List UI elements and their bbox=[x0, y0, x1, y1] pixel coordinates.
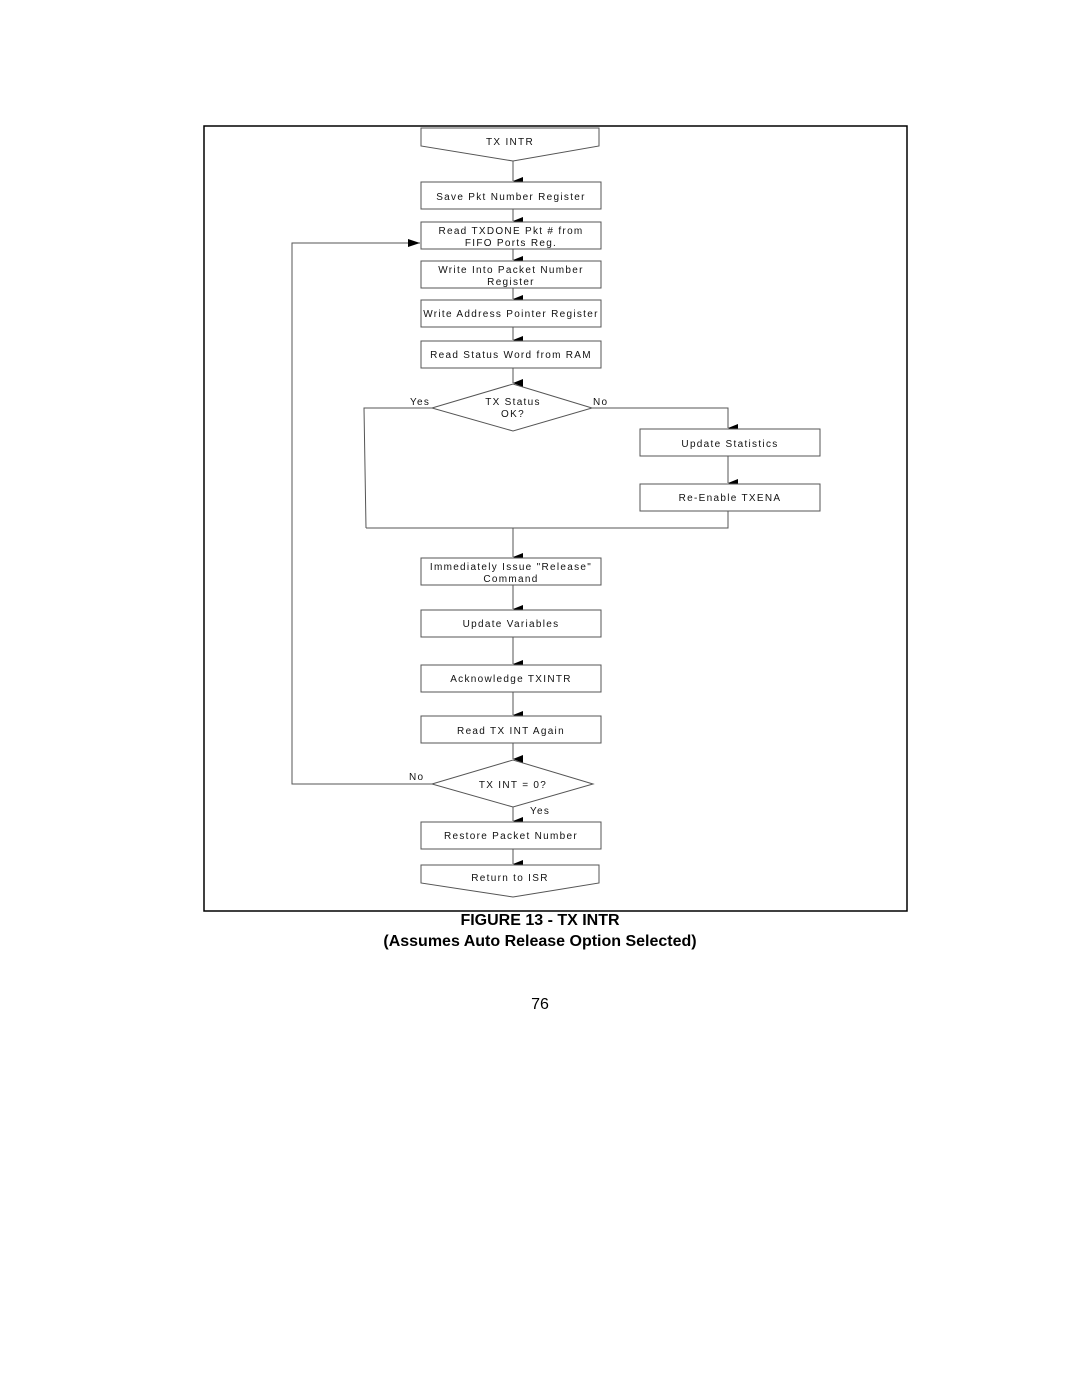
step-read-txdone: Read TXDONE Pkt # from FIFO Ports Reg. bbox=[420, 221, 602, 250]
step-update-stats: Update Statistics bbox=[639, 428, 821, 457]
step-read-status: Read Status Word from RAM bbox=[420, 340, 602, 369]
decision-label: TX INT = 0? bbox=[479, 780, 547, 791]
step-issue-release: Immediately Issue "Release" Command bbox=[420, 557, 602, 586]
flowchart-diagram: TX INTR Save Pkt Number Register Read TX… bbox=[203, 125, 908, 912]
step-label: Register bbox=[487, 277, 535, 288]
figure-subtitle: (Assumes Auto Release Option Selected) bbox=[383, 933, 697, 950]
step-label: Read TX INT Again bbox=[457, 726, 565, 737]
start-terminator: TX INTR bbox=[420, 127, 600, 162]
step-label: Re-Enable TXENA bbox=[679, 493, 782, 504]
decision-label: TX Status bbox=[485, 397, 541, 408]
connector-no bbox=[592, 407, 738, 432]
step-label: Acknowledge TXINTR bbox=[450, 674, 572, 685]
decision-label: OK? bbox=[501, 409, 525, 420]
page-number: 76 bbox=[531, 996, 549, 1013]
no-label: No bbox=[409, 772, 424, 783]
end-terminator: Return to ISR bbox=[420, 864, 600, 898]
step-write-pkt-num: Write Into Packet Number Register bbox=[420, 260, 602, 289]
step-ack-txintr: Acknowledge TXINTR bbox=[420, 664, 602, 693]
connector-loop bbox=[291, 239, 432, 785]
connector-merge bbox=[366, 511, 729, 529]
step-update-vars: Update Variables bbox=[420, 609, 602, 638]
no-label: No bbox=[593, 397, 608, 408]
step-label: Write Address Pointer Register bbox=[423, 309, 599, 320]
start-label: TX INTR bbox=[486, 137, 534, 148]
step-reenable-txena: Re-Enable TXENA bbox=[639, 483, 821, 512]
step-read-txint: Read TX INT Again bbox=[420, 715, 602, 744]
figure-title: FIGURE 13 - TX INTR bbox=[460, 912, 620, 929]
step-save-pkt: Save Pkt Number Register bbox=[420, 181, 602, 210]
step-label: Read Status Word from RAM bbox=[430, 350, 592, 361]
decision-tx-status: TX Status OK? bbox=[430, 383, 594, 432]
step-label: Command bbox=[483, 574, 538, 585]
step-label: Read TXDONE Pkt # from bbox=[438, 226, 583, 237]
step-write-addr: Write Address Pointer Register bbox=[420, 299, 602, 328]
step-label: Update Variables bbox=[463, 619, 560, 630]
step-label: Update Statistics bbox=[681, 439, 778, 450]
yes-label: Yes bbox=[530, 806, 550, 817]
decision-txint-zero: TX INT = 0? bbox=[430, 759, 595, 808]
step-label: Save Pkt Number Register bbox=[436, 192, 586, 203]
connector-yes bbox=[363, 407, 432, 529]
step-label: Restore Packet Number bbox=[444, 831, 578, 842]
yes-label: Yes bbox=[410, 397, 430, 408]
step-label: Immediately Issue "Release" bbox=[430, 562, 592, 573]
step-restore-pkt: Restore Packet Number bbox=[420, 821, 602, 850]
step-label: FIFO Ports Reg. bbox=[465, 238, 557, 249]
end-label: Return to ISR bbox=[471, 873, 548, 884]
step-label: Write Into Packet Number bbox=[438, 265, 584, 276]
